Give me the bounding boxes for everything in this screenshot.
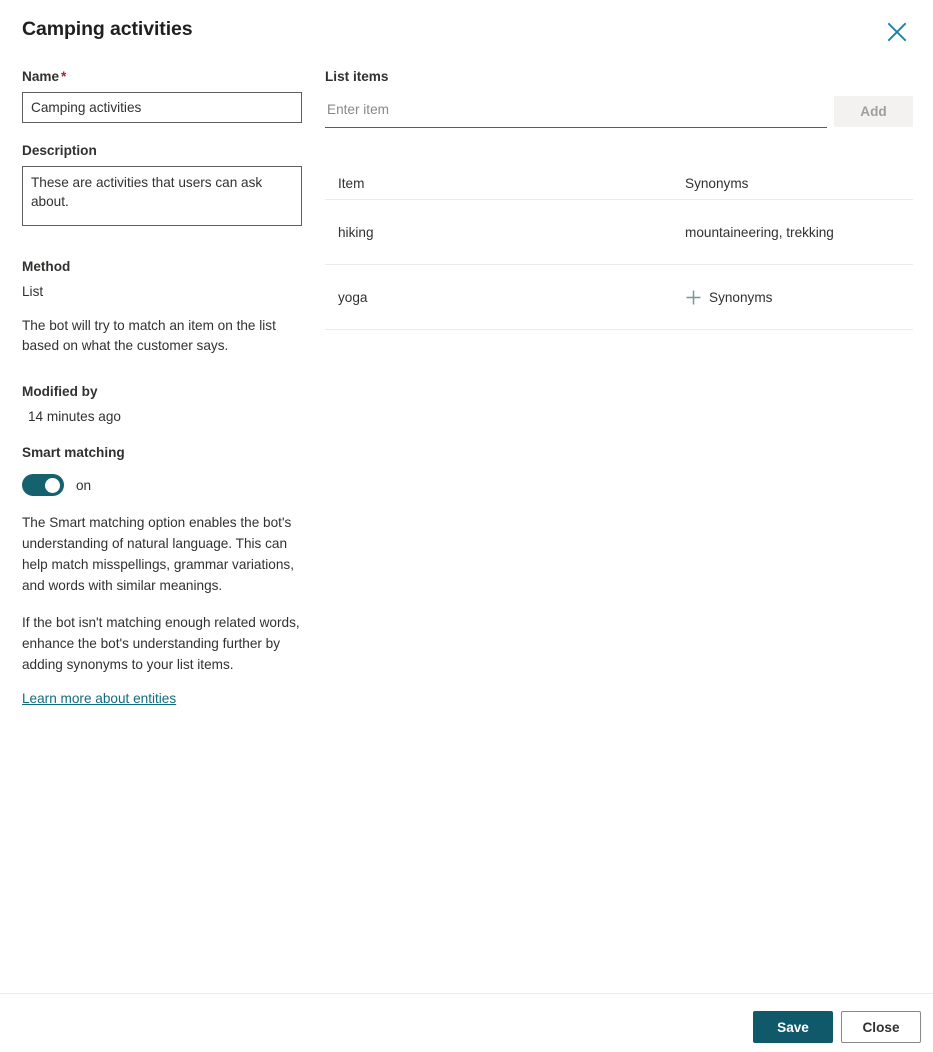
list-items-label: List items xyxy=(325,69,389,84)
panel-header: Camping activities xyxy=(0,0,933,62)
cell-synonyms: Synonyms xyxy=(685,289,913,306)
smart-matching-label: Smart matching xyxy=(22,445,125,460)
add-item-row: Add xyxy=(325,96,915,130)
table-row[interactable]: hiking mountaineering, trekking xyxy=(325,200,913,265)
description-label: Description xyxy=(22,143,97,158)
add-item-button[interactable]: Add xyxy=(834,96,913,127)
close-button-footer[interactable]: Close xyxy=(841,1011,921,1043)
method-value: List xyxy=(22,284,44,299)
smart-matching-toggle-row: on xyxy=(22,474,312,496)
list-items-panel: List items Add Item Synonyms hiking moun… xyxy=(325,68,915,330)
cell-item: yoga xyxy=(338,289,368,305)
list-item-input[interactable] xyxy=(325,96,827,128)
panel-footer: Save Close xyxy=(0,993,933,1052)
cell-item: hiking xyxy=(338,224,374,240)
toggle-thumb xyxy=(45,477,60,493)
method-helper-text: The bot will try to match an item on the… xyxy=(22,318,276,353)
plus-icon xyxy=(685,289,702,306)
description-textarea[interactable]: These are activities that users can ask … xyxy=(22,166,302,226)
table-header-row: Item Synonyms xyxy=(325,166,913,200)
required-marker: * xyxy=(61,69,67,84)
list-items-table: Item Synonyms hiking mountaineering, tre… xyxy=(325,166,913,330)
smart-matching-paragraph-1: The Smart matching option enables the bo… xyxy=(22,515,294,593)
close-icon xyxy=(886,21,908,43)
smart-matching-state-label: on xyxy=(76,477,92,493)
smart-matching-paragraph-2: If the bot isn't matching enough related… xyxy=(22,615,300,672)
learn-more-link[interactable]: Learn more about entities xyxy=(22,691,176,706)
details-form: Name* Description These are activities t… xyxy=(22,68,312,708)
method-label: Method xyxy=(22,259,71,274)
table-row[interactable]: yoga Synonyms xyxy=(325,265,913,330)
name-label: Name * xyxy=(22,69,67,84)
close-button[interactable] xyxy=(879,14,915,50)
save-button[interactable]: Save xyxy=(753,1011,833,1043)
page-title: Camping activities xyxy=(22,18,193,40)
modified-by-label: Modified by xyxy=(22,384,98,399)
column-header-synonyms: Synonyms xyxy=(685,176,749,191)
modified-by-value: 14 minutes ago xyxy=(28,409,121,424)
add-synonyms-label: Synonyms xyxy=(709,289,773,305)
column-header-item: Item xyxy=(338,176,365,191)
smart-matching-toggle[interactable] xyxy=(22,474,64,496)
add-synonyms-button[interactable]: Synonyms xyxy=(685,289,913,306)
cell-synonyms: mountaineering, trekking xyxy=(685,224,834,240)
name-input[interactable] xyxy=(22,92,302,123)
